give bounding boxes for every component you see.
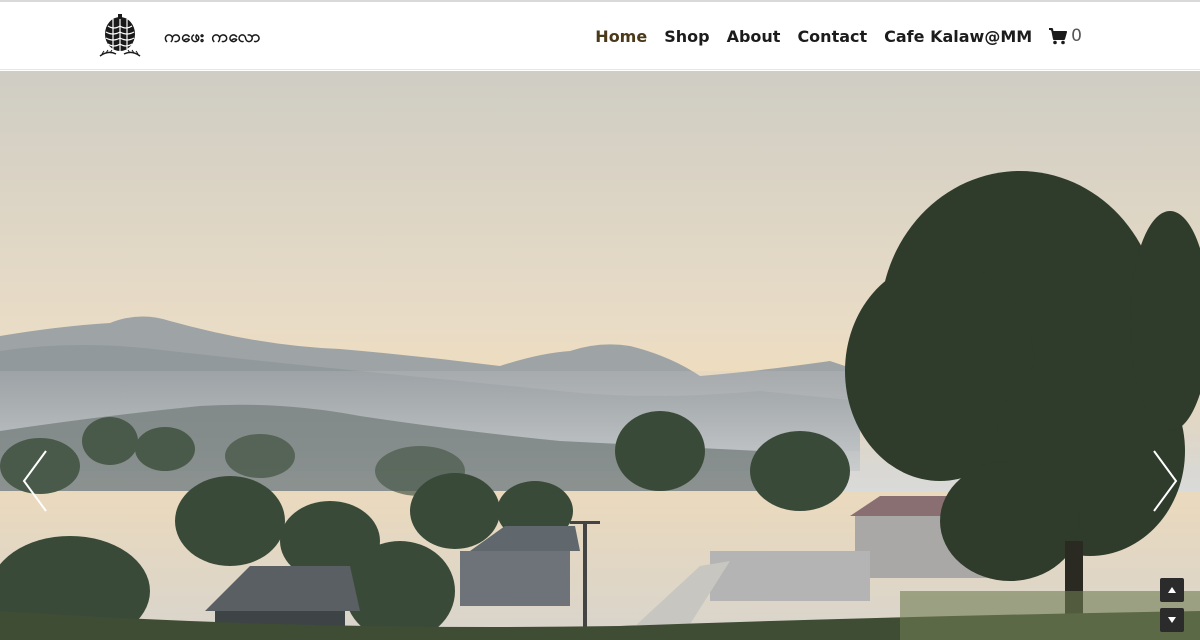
- arrow-up-icon: [1168, 587, 1176, 593]
- slider-next-button[interactable]: [1150, 449, 1180, 513]
- chevron-left-icon: [22, 450, 47, 512]
- hero-slider: [0, 71, 1200, 640]
- brand-name[interactable]: ကဖေး ကလော: [164, 26, 261, 51]
- scroll-down-button[interactable]: [1160, 608, 1184, 632]
- nav-cafe-kalaw[interactable]: Cafe Kalaw@MM: [884, 27, 1032, 46]
- nav-contact[interactable]: Contact: [797, 27, 867, 46]
- nav-about[interactable]: About: [727, 27, 781, 46]
- scroll-up-button[interactable]: [1160, 578, 1184, 602]
- cart-icon: [1049, 27, 1068, 44]
- arrow-down-icon: [1168, 617, 1176, 623]
- cart-count: 0: [1071, 26, 1082, 46]
- nav-home[interactable]: Home: [595, 27, 647, 46]
- chevron-right-icon: [1153, 450, 1178, 512]
- site-header: ကဖေး ကလော Home Shop About Contact Cafe K…: [0, 2, 1200, 70]
- logo-link[interactable]: [96, 14, 144, 62]
- cart-button[interactable]: 0: [1049, 26, 1082, 46]
- pinecone-icon: [99, 14, 141, 57]
- nav-shop[interactable]: Shop: [664, 27, 709, 46]
- slider-prev-button[interactable]: [20, 449, 50, 513]
- hero-landscape-image: [0, 71, 1200, 640]
- main-nav: Home Shop About Contact Cafe Kalaw@MM 0: [595, 26, 1082, 46]
